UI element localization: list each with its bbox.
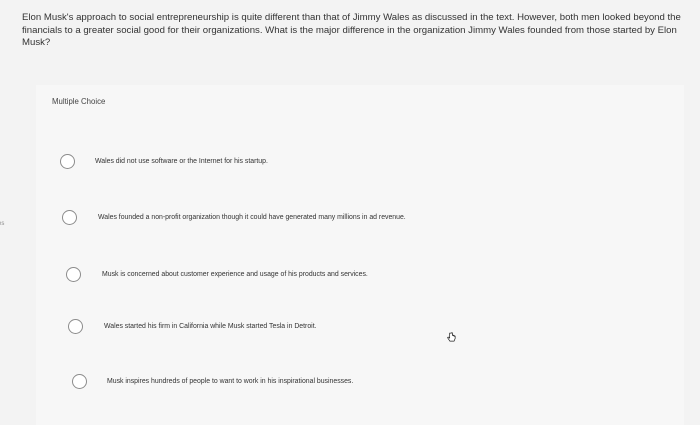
option-1[interactable]: Wales did not use software or the Intern… [60, 154, 268, 169]
option-4[interactable]: Wales started his firm in California whi… [68, 319, 317, 334]
radio-button[interactable] [66, 267, 81, 282]
option-5[interactable]: Musk inspires hundreds of people to want… [72, 374, 353, 389]
option-3[interactable]: Musk is concerned about customer experie… [66, 267, 368, 282]
option-label: Musk is concerned about customer experie… [102, 271, 368, 278]
hand-pointer-icon [447, 332, 456, 342]
option-label: Musk inspires hundreds of people to want… [107, 378, 354, 385]
radio-button[interactable] [60, 154, 75, 169]
option-2[interactable]: Wales founded a non-profit organization … [62, 210, 406, 225]
side-tab-label: es [0, 221, 5, 227]
question-text: Elon Musk's approach to social entrepren… [22, 12, 681, 49]
radio-button[interactable] [68, 319, 83, 334]
option-label: Wales did not use software or the Intern… [95, 158, 268, 165]
option-label: Wales started his firm in California whi… [104, 323, 317, 330]
multiple-choice-label: Multiple Choice [52, 97, 106, 106]
option-label: Wales founded a non-profit organization … [98, 214, 406, 221]
radio-button[interactable] [62, 210, 77, 225]
radio-button[interactable] [72, 374, 87, 389]
